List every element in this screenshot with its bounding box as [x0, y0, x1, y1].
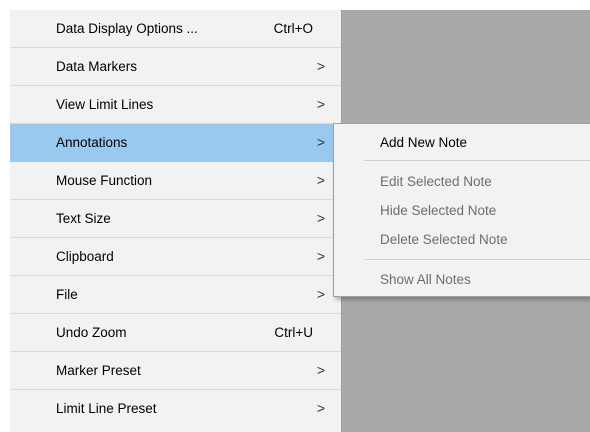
chevron-right-icon: >	[316, 96, 325, 112]
menu-item-marker-preset[interactable]: Marker Preset >	[10, 352, 341, 390]
menu-item-clipboard[interactable]: Clipboard >	[10, 238, 341, 276]
screen: Data Display Options ... Ctrl+O Data Mar…	[0, 0, 590, 432]
menu-item-file[interactable]: File >	[10, 276, 341, 314]
chevron-right-icon: >	[316, 362, 325, 378]
menu-item-annotations[interactable]: Annotations >	[10, 124, 341, 162]
menu-item-undo-zoom[interactable]: Undo Zoom Ctrl+U	[10, 314, 341, 352]
menu-item-label: Limit Line Preset	[56, 401, 157, 416]
submenu-item-label: Edit Selected Note	[380, 174, 492, 189]
menu-item-text-size[interactable]: Text Size >	[10, 200, 341, 238]
chevron-right-icon: >	[316, 210, 325, 226]
chevron-right-icon: >	[316, 58, 325, 74]
chevron-right-icon: >	[316, 134, 325, 150]
shortcut-label: Ctrl+U	[274, 325, 313, 340]
menu-item-label: Undo Zoom	[56, 325, 127, 340]
separator	[364, 259, 590, 260]
submenu-item-label: Delete Selected Note	[380, 232, 508, 247]
menu-item-label: Data Markers	[56, 59, 138, 74]
menu-item-label: Clipboard	[56, 249, 114, 264]
chevron-right-icon: >	[316, 172, 325, 188]
menu-item-label: File	[56, 287, 78, 302]
menu-item-limit-line-preset[interactable]: Limit Line Preset >	[10, 390, 341, 428]
menu-item-view-limit-lines[interactable]: View Limit Lines >	[10, 86, 341, 124]
menu-item-data-markers[interactable]: Data Markers >	[10, 48, 341, 86]
submenu-item-label: Hide Selected Note	[380, 203, 497, 218]
chevron-right-icon: >	[316, 400, 325, 416]
annotations-submenu: Add New Note Edit Selected Note Hide Sel…	[333, 123, 590, 297]
chevron-right-icon: >	[316, 248, 325, 264]
separator	[364, 160, 590, 161]
menu-item-label: Mouse Function	[56, 173, 153, 188]
menu-item-data-display-options[interactable]: Data Display Options ... Ctrl+O	[10, 10, 341, 48]
menu-item-mouse-function[interactable]: Mouse Function >	[10, 162, 341, 200]
menu-item-label: Marker Preset	[56, 363, 141, 378]
menu-item-label: Data Display Options ...	[56, 21, 198, 36]
submenu-item-label: Show All Notes	[380, 272, 471, 287]
menu-item-label: View Limit Lines	[56, 97, 154, 112]
shortcut-label: Ctrl+O	[273, 21, 313, 36]
menu-item-label: Text Size	[56, 211, 111, 226]
menu-item-label: Annotations	[56, 135, 128, 150]
submenu-item-label: Add New Note	[380, 135, 468, 150]
chevron-right-icon: >	[316, 286, 325, 302]
context-menu: Data Display Options ... Ctrl+O Data Mar…	[10, 10, 342, 432]
